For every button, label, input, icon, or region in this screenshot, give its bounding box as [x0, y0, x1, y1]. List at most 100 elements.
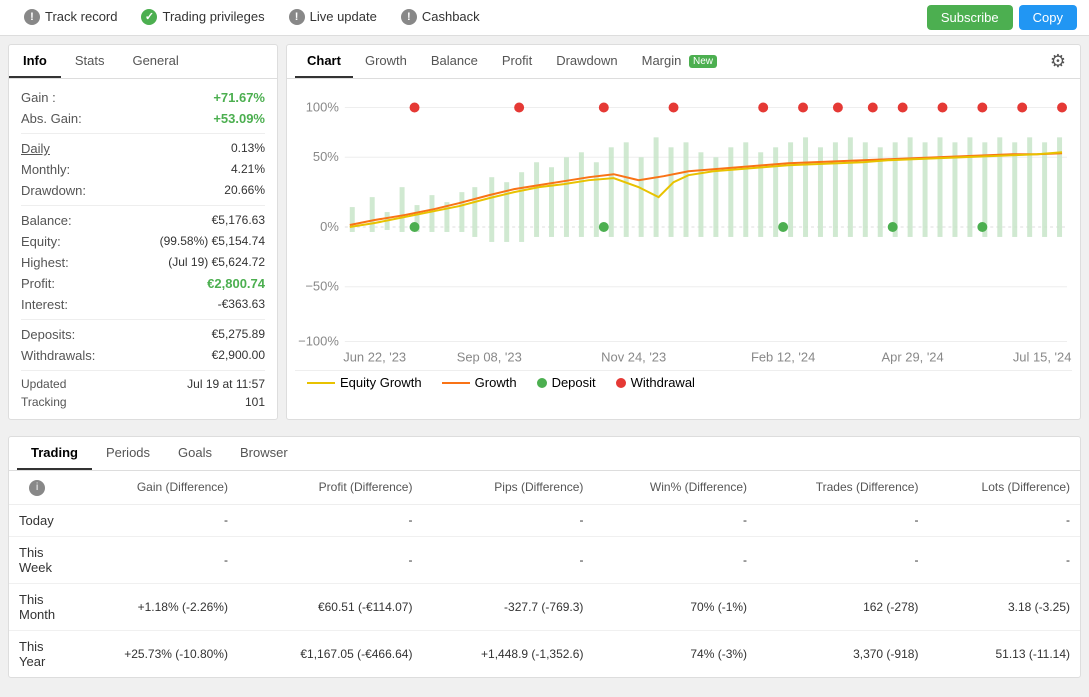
legend-deposit-label: Deposit	[552, 375, 596, 390]
deposits-value: €5,275.89	[212, 327, 265, 342]
tab-goals[interactable]: Goals	[164, 437, 226, 470]
legend-equity-growth: Equity Growth	[307, 375, 422, 390]
nav-live-update[interactable]: ! Live update	[277, 0, 389, 36]
tab-general[interactable]: General	[118, 45, 192, 78]
drawdown-label: Drawdown:	[21, 183, 86, 198]
equity-growth-line	[307, 382, 335, 384]
col-lots: Lots (Difference)	[928, 471, 1080, 504]
svg-text:Jun 22, '23: Jun 22, '23	[343, 349, 406, 364]
period-this-month: This Month	[9, 583, 65, 630]
table-row: This Month +1.18% (-2.26%) €60.51 (-€114…	[9, 583, 1080, 630]
year-win: 74% (-3%)	[593, 630, 757, 677]
chart-tab-profit[interactable]: Profit	[490, 45, 544, 78]
year-lots: 51.13 (-11.14)	[928, 630, 1080, 677]
today-profit: -	[238, 504, 423, 536]
week-trades: -	[757, 536, 928, 583]
withdrawals-value: €2,900.00	[212, 348, 265, 363]
today-lots: -	[928, 504, 1080, 536]
today-pips: -	[422, 504, 593, 536]
balance-value: €5,176.63	[212, 213, 265, 228]
daily-label[interactable]: Daily	[21, 141, 50, 156]
col-profit: Profit (Difference)	[238, 471, 423, 504]
tab-info[interactable]: Info	[9, 45, 61, 78]
updated-label: Updated	[21, 377, 66, 391]
chart-svg: 100% 50% 0% −50% −100%	[295, 87, 1072, 367]
month-pips: -327.7 (-769.3)	[422, 583, 593, 630]
chart-tabs: Chart Growth Balance Profit Drawdown Mar…	[287, 45, 1080, 79]
deposits-label: Deposits:	[21, 327, 75, 342]
daily-value: 0.13%	[231, 141, 265, 156]
bottom-tabs: Trading Periods Goals Browser	[9, 437, 1080, 471]
svg-text:−100%: −100%	[298, 334, 339, 349]
table-row: Today - - - - - -	[9, 504, 1080, 536]
growth-line	[442, 382, 470, 384]
week-win: -	[593, 536, 757, 583]
svg-text:Nov 24, '23: Nov 24, '23	[601, 349, 666, 364]
tab-periods[interactable]: Periods	[92, 437, 164, 470]
month-lots: 3.18 (-3.25)	[928, 583, 1080, 630]
equity-value: (99.58%) €5,154.74	[160, 234, 265, 249]
tab-browser[interactable]: Browser	[226, 437, 302, 470]
equity-label: Equity:	[21, 234, 61, 249]
profit-value: €2,800.74	[207, 276, 265, 291]
legend-growth: Growth	[442, 375, 517, 390]
svg-text:100%: 100%	[306, 99, 340, 114]
chart-tab-margin[interactable]: Margin New	[630, 45, 729, 78]
week-lots: -	[928, 536, 1080, 583]
abs-gain-value: +53.09%	[213, 111, 265, 126]
withdrawals-label: Withdrawals:	[21, 348, 95, 363]
legend-withdrawal-label: Withdrawal	[631, 375, 695, 390]
monthly-label: Monthly:	[21, 162, 70, 177]
nav-track-record-label: Track record	[45, 9, 117, 24]
col-trades: Trades (Difference)	[757, 471, 928, 504]
tracking-value: 101	[245, 395, 265, 409]
month-profit: €60.51 (-€114.07)	[238, 583, 423, 630]
month-win: 70% (-1%)	[593, 583, 757, 630]
year-profit: €1,167.05 (-€466.64)	[238, 630, 423, 677]
year-trades: 3,370 (-918)	[757, 630, 928, 677]
profit-label: Profit:	[21, 276, 55, 291]
subscribe-button[interactable]: Subscribe	[927, 5, 1013, 30]
cashback-icon: !	[401, 9, 417, 25]
chart-tab-chart[interactable]: Chart	[295, 45, 353, 78]
table-row: This Week - - - - - -	[9, 536, 1080, 583]
highest-label: Highest:	[21, 255, 69, 270]
year-gain: +25.73% (-10.80%)	[65, 630, 238, 677]
top-navigation: ! Track record ✓ Trading privileges ! Li…	[0, 0, 1089, 36]
legend-withdrawal: Withdrawal	[616, 375, 695, 390]
trading-privileges-icon: ✓	[141, 9, 157, 25]
tab-trading[interactable]: Trading	[17, 437, 92, 470]
deposit-dot	[537, 378, 547, 388]
week-pips: -	[422, 536, 593, 583]
chart-settings-button[interactable]: ⚙	[1044, 45, 1072, 78]
updated-value: Jul 19 at 11:57	[187, 377, 265, 391]
legend-growth-label: Growth	[475, 375, 517, 390]
svg-text:Jul 15, '24: Jul 15, '24	[1013, 349, 1072, 364]
week-profit: -	[238, 536, 423, 583]
balance-label: Balance:	[21, 213, 72, 228]
period-this-year: This Year	[9, 630, 65, 677]
right-panel: Chart Growth Balance Profit Drawdown Mar…	[286, 44, 1081, 420]
table-row: This Year +25.73% (-10.80%) €1,167.05 (-…	[9, 630, 1080, 677]
chart-area: 100% 50% 0% −50% −100%	[287, 79, 1080, 399]
nav-trading-privileges-label: Trading privileges	[162, 9, 264, 24]
chart-tab-balance[interactable]: Balance	[419, 45, 490, 78]
chart-tab-growth[interactable]: Growth	[353, 45, 419, 78]
chart-legend: Equity Growth Growth Deposit Withdrawal	[295, 370, 1072, 394]
tab-stats[interactable]: Stats	[61, 45, 119, 78]
gain-value: +71.67%	[213, 90, 265, 105]
nav-trading-privileges[interactable]: ✓ Trading privileges	[129, 0, 276, 36]
svg-text:0%: 0%	[320, 219, 339, 234]
nav-track-record[interactable]: ! Track record	[12, 0, 129, 36]
week-gain: -	[65, 536, 238, 583]
monthly-value: 4.21%	[231, 162, 265, 177]
tracking-label: Tracking	[21, 395, 67, 409]
drawdown-value: 20.66%	[224, 183, 265, 198]
nav-cashback[interactable]: ! Cashback	[389, 0, 492, 36]
nav-cashback-label: Cashback	[422, 9, 480, 24]
chart-tab-drawdown[interactable]: Drawdown	[544, 45, 629, 78]
info-icon[interactable]: i	[29, 480, 45, 496]
main-content: Info Stats General Gain : +71.67% Abs. G…	[0, 36, 1089, 428]
abs-gain-label: Abs. Gain:	[21, 111, 82, 126]
copy-button[interactable]: Copy	[1019, 5, 1077, 30]
